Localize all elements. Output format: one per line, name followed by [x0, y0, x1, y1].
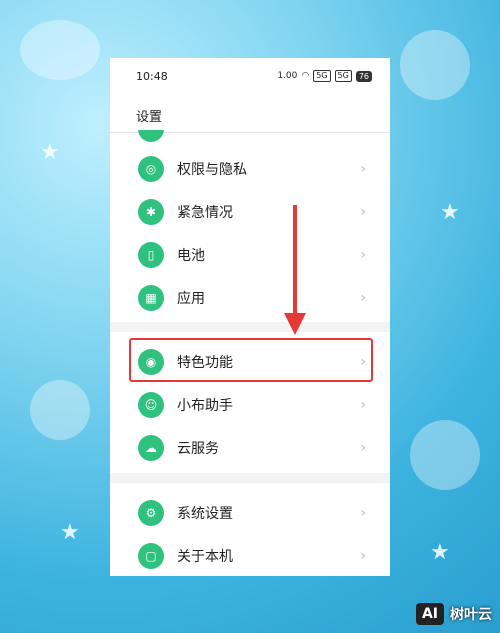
status-time: 10:48 — [136, 69, 168, 83]
shield-lock-icon: ◎ — [138, 156, 164, 182]
list-item-about[interactable]: ▢ 关于本机 › — [110, 535, 390, 576]
star-icon: ★ — [40, 140, 60, 165]
partial-icon — [138, 130, 164, 142]
battery-icon: ▯ — [138, 242, 164, 268]
battery-indicator: 76 — [355, 70, 372, 82]
asterisk-icon: ✱ — [138, 199, 164, 225]
background-decoration — [410, 420, 480, 490]
list-item-label: 权限与隐私 — [177, 162, 247, 178]
list-item-cloud[interactable]: ☁ 云服务 › — [110, 427, 390, 469]
background-decoration — [30, 380, 90, 440]
list-item-label: 云服务 — [177, 441, 219, 457]
list-item-label: 电池 — [177, 248, 205, 264]
chevron-right-icon: › — [360, 440, 366, 456]
list-item-partial — [110, 130, 390, 142]
chevron-right-icon: › — [360, 204, 366, 220]
list-item-battery[interactable]: ▯ 电池 › — [110, 234, 390, 276]
watermark-text: 树叶云 — [450, 607, 492, 623]
list-item-assistant[interactable]: ☺ 小布助手 › — [110, 384, 390, 426]
background-decoration — [20, 20, 100, 80]
watermark: AI 树叶云 — [415, 603, 492, 625]
sim1-indicator: 5G — [313, 70, 331, 82]
list-item-label: 小布助手 — [177, 398, 233, 414]
watermark-badge: AI — [415, 603, 444, 625]
chevron-right-icon: › — [360, 161, 366, 177]
page-title: 设置 — [136, 110, 163, 125]
star-icon: ★ — [430, 540, 450, 565]
star-icon: ★ — [440, 200, 460, 225]
phone-icon: ▢ — [138, 543, 164, 569]
list-item-label: 应用 — [177, 291, 205, 307]
chevron-right-icon: › — [360, 548, 366, 564]
list-item-label: 系统设置 — [177, 506, 233, 522]
net-speed: 1.00 — [277, 71, 298, 81]
annotation-highlight-box — [129, 338, 373, 382]
section-divider — [110, 473, 390, 483]
status-bar: 10:48 1.00 ◠ 5G 5G 76 — [110, 58, 390, 94]
cloud-icon: ☁ — [138, 435, 164, 461]
annotation-arrow — [293, 205, 297, 317]
background-decoration — [400, 30, 470, 100]
chevron-right-icon: › — [360, 290, 366, 306]
assistant-icon: ☺ — [138, 392, 164, 418]
phone-screen: 10:48 1.00 ◠ 5G 5G 76 设置 ◎ 权限与隐私 › ✱ 紧急情… — [110, 58, 390, 576]
list-item-emergency[interactable]: ✱ 紧急情况 › — [110, 191, 390, 233]
gear-icon: ⚙ — [138, 500, 164, 526]
section-divider — [110, 322, 390, 332]
wifi-icon: ◠ — [301, 71, 310, 81]
sim2-indicator: 5G — [334, 70, 352, 82]
star-icon: ★ — [60, 520, 80, 545]
chevron-right-icon: › — [360, 247, 366, 263]
list-item-label: 关于本机 — [177, 549, 233, 565]
annotation-arrow-head — [284, 313, 306, 335]
list-item-privacy[interactable]: ◎ 权限与隐私 › — [110, 148, 390, 190]
list-item-system[interactable]: ⚙ 系统设置 › — [110, 492, 390, 534]
list-item-apps[interactable]: ▦ 应用 › — [110, 277, 390, 319]
list-item-label: 紧急情况 — [177, 205, 233, 221]
chevron-right-icon: › — [360, 397, 366, 413]
status-icons: 1.00 ◠ 5G 5G 76 — [277, 70, 372, 82]
grid-icon: ▦ — [138, 285, 164, 311]
chevron-right-icon: › — [360, 505, 366, 521]
